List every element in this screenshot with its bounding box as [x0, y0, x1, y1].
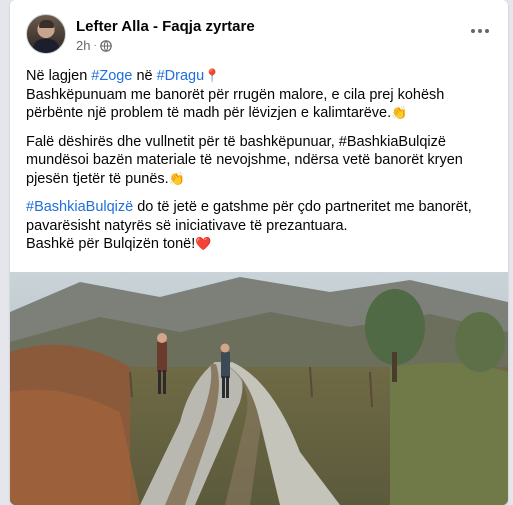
more-horizontal-icon[interactable]	[466, 20, 494, 42]
post-body: Në lagjen #Zoge në #Dragu📍 Bashkëpunuam …	[26, 67, 502, 264]
avatar-hair	[39, 20, 54, 28]
avatar-suit	[33, 39, 59, 53]
post-meta: 2h ·	[76, 38, 112, 53]
p2-text: Falë dëshirës dhe vullnetit për të bashk…	[26, 133, 463, 187]
paragraph-1: Në lagjen #Zoge në #Dragu📍 Bashkëpunuam …	[26, 67, 502, 123]
globe-icon[interactable]	[100, 39, 112, 52]
paragraph-3: #BashkiaBulqizë do të jetë e gatshme për…	[26, 198, 502, 254]
pushpin-icon: 📍	[204, 68, 221, 83]
p1-mid: në	[132, 68, 157, 84]
author-name[interactable]: Lefter Alla - Faqja zyrtare	[76, 18, 255, 35]
clapping-hands-icon-2: 👏	[168, 170, 185, 186]
clapping-hands-icon: 👏	[391, 105, 408, 120]
hashtag-bashkiabulqize[interactable]: #BashkiaBulqizë	[26, 199, 133, 215]
hashtag-dragu[interactable]: #Dragu	[157, 68, 205, 84]
paragraph-2: Falë dëshirës dhe vullnetit për të bashk…	[26, 133, 502, 189]
post-time[interactable]: 2h	[76, 38, 90, 53]
meta-separator: ·	[93, 40, 97, 51]
post-photo[interactable]	[10, 272, 508, 505]
post-card: Lefter Alla - Faqja zyrtare 2h · Në lagj…	[10, 0, 508, 505]
mountain-road-photo	[10, 272, 508, 505]
post-header: Lefter Alla - Faqja zyrtare 2h ·	[10, 0, 508, 64]
author-avatar[interactable]	[26, 14, 66, 54]
p1-line2: Bashkëpunuam me banorët për rrugën malor…	[26, 86, 445, 122]
hashtag-zoge[interactable]: #Zoge	[91, 68, 132, 84]
p1-prefix: Në lagjen	[26, 68, 92, 84]
red-heart-icon: ❤️	[195, 236, 212, 251]
p3-line2: Bashkë për Bulqizën tonë!	[26, 236, 196, 252]
